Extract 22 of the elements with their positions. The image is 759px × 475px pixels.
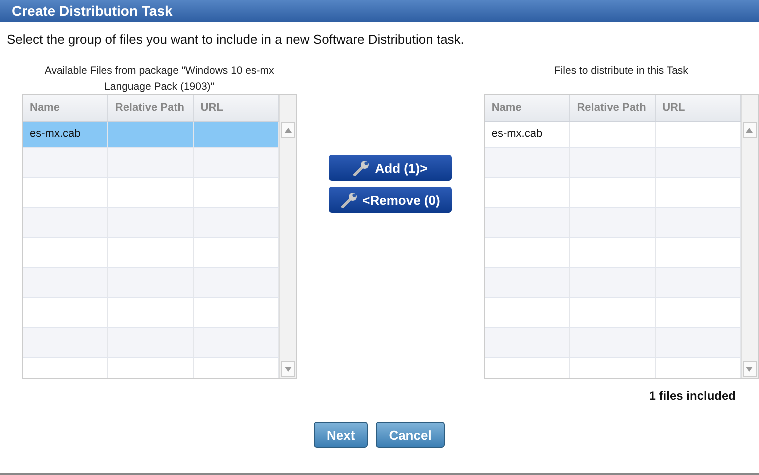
scroll-up-icon[interactable] [742, 122, 757, 138]
column-header[interactable]: Relative Path [570, 95, 656, 121]
wrench-icon [340, 192, 359, 208]
scroll-up-icon[interactable] [281, 122, 296, 138]
scroll-down-icon[interactable] [281, 361, 296, 377]
table-caption: Available Files from package "Windows 10 es-mx Language Pack (1903)" [44, 65, 274, 93]
column-header[interactable]: Name [484, 95, 570, 121]
action-button[interactable]: <Remove (0) [328, 187, 452, 213]
table-row[interactable]: es-mx.cab [23, 122, 280, 148]
window-title: Create Distribution Task [0, 0, 759, 22]
table-cell: es-mx.cab [492, 128, 543, 140]
action-button[interactable]: Add (1)> [328, 155, 452, 181]
column-header[interactable]: Name [23, 95, 108, 121]
table-caption: Files to distribute in this Task [554, 65, 688, 77]
table-cell: es-mx.cab [30, 128, 81, 140]
column-header[interactable]: Relative Path [108, 95, 194, 121]
instruction-text: Select the group of files you want to include in a new Software Distribution task. [7, 32, 466, 47]
dialog-button[interactable]: Cancel [376, 422, 445, 448]
wrench-icon [353, 160, 372, 176]
files-count: 1 files included [649, 389, 736, 403]
dialog-button[interactable]: Next [314, 422, 368, 448]
scroll-down-icon[interactable] [742, 361, 757, 377]
